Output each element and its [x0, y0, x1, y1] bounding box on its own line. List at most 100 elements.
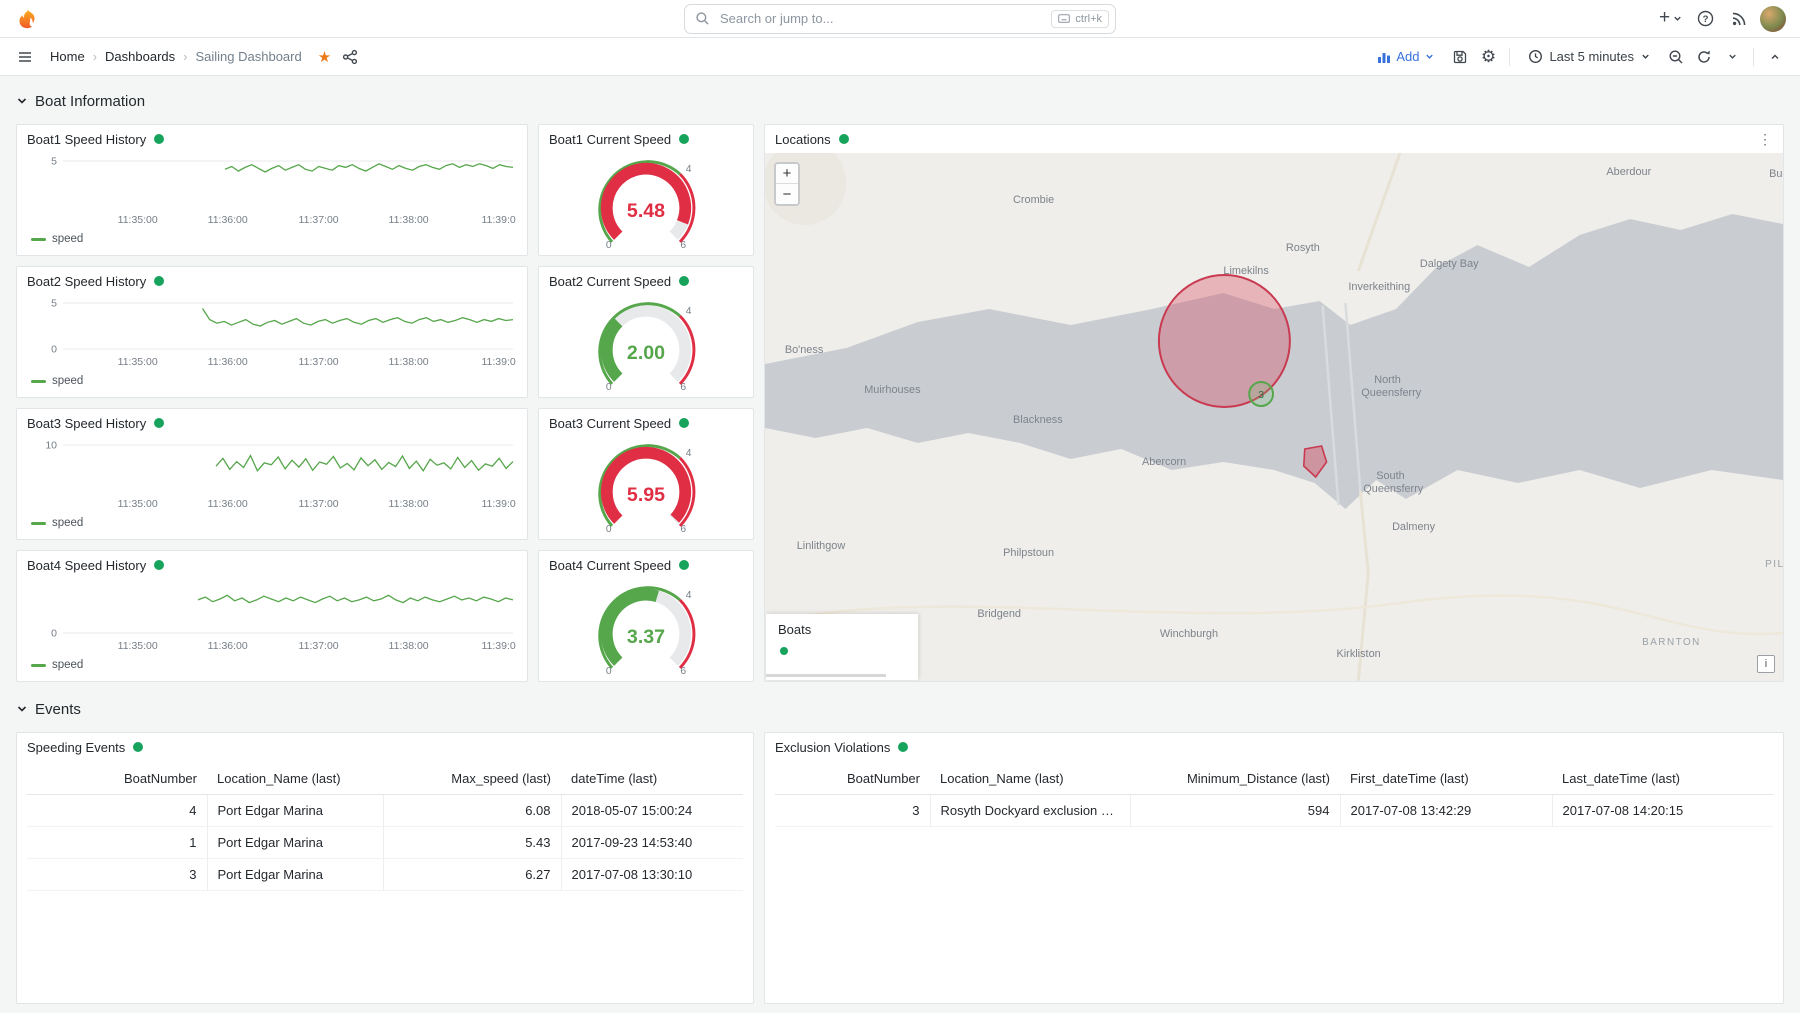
panel-health-dot — [898, 742, 908, 752]
grafana-logo[interactable] — [14, 5, 40, 33]
legend-label[interactable]: speed — [52, 517, 83, 529]
gear-icon: ⚙ — [1481, 48, 1496, 65]
map-layer-legend[interactable]: Boats — [766, 614, 918, 680]
column-header[interactable]: BoatNumber — [27, 763, 207, 795]
map-place-label: Crombie — [1013, 194, 1054, 206]
chevron-down-icon — [1727, 51, 1738, 62]
column-header[interactable]: First_dateTime (last) — [1340, 763, 1552, 795]
panel-title[interactable]: Speeding Events — [27, 740, 125, 755]
column-header[interactable]: Location_Name (last) — [930, 763, 1130, 795]
rss-icon — [1731, 11, 1747, 27]
panel-menu-kebab-icon[interactable]: ⋮ — [1758, 131, 1773, 148]
row-boat-information[interactable]: Boat Information — [16, 88, 1784, 114]
x-tick-label: 11:37:00 — [299, 214, 339, 226]
new-menu-button[interactable]: + — [1658, 5, 1684, 33]
panel-title[interactable]: Boat4 Current Speed — [549, 558, 671, 573]
dashboard-toolbar: Home › Dashboards › Sailing Dashboard ★ … — [0, 38, 1800, 76]
panel-title[interactable]: Boat2 Speed History — [27, 274, 146, 289]
panel-title[interactable]: Boat3 Speed History — [27, 416, 146, 431]
y-tick-label: 5 — [51, 156, 57, 168]
toolbar-divider — [1509, 48, 1510, 66]
time-range-picker[interactable]: Last 5 minutes — [1518, 49, 1661, 64]
keyboard-icon — [1058, 14, 1070, 23]
panel-title[interactable]: Boat1 Speed History — [27, 132, 146, 147]
search-input[interactable] — [718, 10, 1043, 27]
x-tick-label: 11:36:00 — [208, 498, 248, 510]
timeseries-chart[interactable]: 011:35:0011:36:0011:37:0011:38:0011:39:0 — [23, 579, 523, 657]
panel-boat2-current-speed: Boat2 Current Speed 0642.00 — [538, 266, 754, 398]
speed-gauge: 0645.48 — [571, 153, 721, 255]
panel-boat4-speed-history: Boat4 Speed History 011:35:0011:36:0011:… — [16, 550, 528, 682]
refresh-button[interactable] — [1691, 43, 1717, 71]
speed-series-line — [216, 456, 513, 471]
panel-health-dot — [679, 276, 689, 286]
mega-menu-button[interactable] — [12, 43, 38, 71]
global-search[interactable]: ctrl+k — [684, 4, 1116, 34]
panel-title[interactable]: Boat3 Current Speed — [549, 416, 671, 431]
chevron-down-icon — [1640, 51, 1651, 62]
map-place-label: Dalgety Bay — [1420, 258, 1479, 270]
row-events[interactable]: Events — [16, 696, 1784, 722]
help-button[interactable]: ? — [1692, 5, 1718, 33]
legend-scrollbar[interactable] — [766, 674, 886, 677]
panel-boat2-speed-history: Boat2 Speed History 5011:35:0011:36:0011… — [16, 266, 528, 398]
share-icon — [342, 49, 358, 65]
map-place-label: Queensferry — [1363, 483, 1423, 495]
gauge-min-label: 0 — [606, 382, 612, 393]
svg-text:?: ? — [1702, 14, 1708, 25]
panel-title[interactable]: Locations — [775, 132, 831, 147]
panel-health-dot — [679, 560, 689, 570]
panel-health-dot — [679, 418, 689, 428]
legend-label[interactable]: speed — [52, 659, 83, 671]
gauge-threshold-label: 4 — [686, 448, 692, 459]
column-header[interactable]: Location_Name (last) — [207, 763, 383, 795]
panel-title[interactable]: Exclusion Violations — [775, 740, 890, 755]
news-rss-button[interactable] — [1726, 5, 1752, 33]
zoom-out-button[interactable]: − — [776, 184, 798, 204]
table-cell: 2018-05-07 15:00:24 — [561, 795, 743, 827]
gauge-column: Boat1 Current Speed 0645.48 Boat2 Curren… — [538, 124, 754, 682]
zoom-out-time-button[interactable] — [1663, 43, 1689, 71]
breadcrumb-dashboards[interactable]: Dashboards — [105, 49, 175, 64]
timeseries-chart[interactable]: 511:35:0011:36:0011:37:0011:38:0011:39:0 — [23, 153, 523, 231]
geomap[interactable]: BurntislandAberdourCrombieRosythDalgety … — [765, 153, 1783, 681]
user-avatar[interactable] — [1760, 6, 1786, 32]
panel-title[interactable]: Boat1 Current Speed — [549, 132, 671, 147]
panel-boat3-speed-history: Boat3 Speed History 1011:35:0011:36:0011… — [16, 408, 528, 540]
map-place-label: Dalmeny — [1392, 521, 1436, 533]
share-button[interactable] — [337, 43, 363, 71]
table-cell: 2017-07-08 13:42:29 — [1340, 795, 1552, 827]
x-tick-label: 11:36:00 — [208, 640, 248, 652]
save-dashboard-button[interactable] — [1447, 43, 1473, 71]
column-header[interactable]: Max_speed (last) — [383, 763, 561, 795]
x-tick-label: 11:39:0 — [481, 498, 515, 510]
map-place-label: Muirhouses — [864, 384, 921, 396]
column-header[interactable]: BoatNumber — [775, 763, 930, 795]
zoom-in-button[interactable]: + — [776, 164, 798, 184]
legend-swatch — [31, 238, 46, 241]
map-place-label: Philpstoun — [1003, 547, 1054, 559]
breadcrumb-home[interactable]: Home — [50, 49, 85, 64]
panel-title[interactable]: Boat2 Current Speed — [549, 274, 671, 289]
add-panel-button[interactable]: Add — [1367, 49, 1445, 64]
refresh-interval-dropdown[interactable] — [1719, 43, 1745, 71]
panel-health-dot — [679, 134, 689, 144]
map-attribution-button[interactable]: i — [1757, 655, 1775, 673]
x-tick-label: 11:38:00 — [389, 214, 429, 226]
timeseries-chart[interactable]: 1011:35:0011:36:0011:37:0011:38:0011:39:… — [23, 437, 523, 515]
map-column: Locations ⋮ BurntislandAberdourCro — [764, 124, 1784, 682]
panel-title[interactable]: Boat4 Speed History — [27, 558, 146, 573]
column-header[interactable]: Minimum_Distance (last) — [1130, 763, 1340, 795]
map-place-label: North — [1374, 374, 1401, 386]
dashboard-settings-button[interactable]: ⚙ — [1475, 43, 1501, 71]
map-canvas[interactable]: BurntislandAberdourCrombieRosythDalgety … — [765, 153, 1783, 681]
favorite-star-icon[interactable]: ★ — [318, 48, 331, 66]
column-header[interactable]: dateTime (last) — [561, 763, 743, 795]
collapse-toolbar-button[interactable] — [1762, 43, 1788, 71]
boat-cluster-marker[interactable]: 3 — [1249, 382, 1273, 406]
map-place-label: BARNTON — [1642, 637, 1701, 648]
timeseries-chart[interactable]: 5011:35:0011:36:0011:37:0011:38:0011:39:… — [23, 295, 523, 373]
column-header[interactable]: Last_dateTime (last) — [1552, 763, 1773, 795]
legend-label[interactable]: speed — [52, 375, 83, 387]
legend-label[interactable]: speed — [52, 233, 83, 245]
